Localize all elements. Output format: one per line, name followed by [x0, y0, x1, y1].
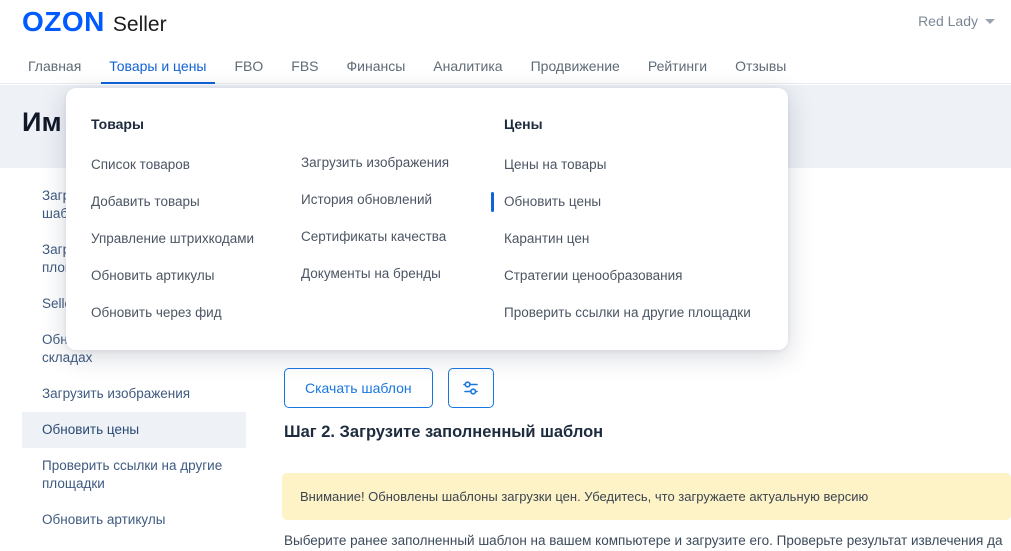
dropdown-item-0-3[interactable]: Обновить артикулы: [91, 257, 306, 294]
dropdown-heading-2: Цены: [504, 116, 543, 132]
nav-tab-2[interactable]: FBO: [225, 58, 274, 84]
dropdown-item-2-3[interactable]: Стратегии ценообразования: [504, 257, 784, 294]
dropdown-item-0-1[interactable]: Добавить товары: [91, 183, 306, 220]
brand-ozon-text: OZON: [22, 6, 105, 37]
dropdown-item-2-0[interactable]: Цены на товары: [504, 146, 784, 183]
nav-tab-0[interactable]: Главная: [18, 58, 91, 84]
brand-logo[interactable]: OZON Seller: [22, 8, 167, 36]
notice-banner: Внимание! Обновлены шаблоны загрузки цен…: [282, 473, 1011, 520]
sidebar-item-5[interactable]: Обновить цены: [22, 412, 246, 448]
action-button-row: Скачать шаблон: [284, 368, 494, 408]
dropdown-item-1-1[interactable]: История обновлений: [301, 181, 506, 218]
main-navigation: Главная Товары и цены FBO FBS Финансы Аналити…: [0, 46, 1011, 84]
brand-seller-text: Seller: [112, 13, 167, 36]
dropdown-item-1-0[interactable]: Загрузить изображения: [301, 144, 506, 181]
sidebar-item-4[interactable]: Загрузить изображения: [22, 376, 246, 412]
page-title: Им: [22, 107, 62, 137]
sidebar-item-7[interactable]: Обновить артикулы: [22, 502, 246, 538]
dropdown-column-products-extra: Загрузить изображения История обновлений С…: [301, 88, 506, 292]
sliders-icon: [462, 381, 478, 395]
dropdown-heading-0: Товары: [91, 116, 144, 132]
dropdown-item-2-2[interactable]: Карантин цен: [504, 220, 784, 257]
account-menu[interactable]: Red Lady: [918, 13, 995, 29]
top-bar: OZON Seller Red Lady: [0, 0, 1011, 46]
nav-tab-list: Главная Товары и цены FBO FBS Финансы Аналити…: [0, 46, 1011, 84]
nav-tab-7[interactable]: Рейтинги: [638, 58, 717, 84]
notice-text: Внимание! Обновлены шаблоны загрузки цен…: [300, 489, 869, 504]
nav-tab-8[interactable]: Отзывы: [725, 58, 796, 84]
account-name-label: Red Lady: [918, 13, 978, 29]
nav-tab-6[interactable]: Продвижение: [521, 58, 630, 84]
bottom-paragraph: Выберите ранее заполненный шаблон на ваш…: [284, 533, 1003, 548]
nav-tab-5[interactable]: Аналитика: [423, 58, 512, 84]
step-two-heading: Шаг 2. Загрузите заполненный шаблон: [284, 423, 604, 441]
dropdown-column-spacer: [301, 88, 506, 144]
dropdown-item-0-0[interactable]: Список товаров: [91, 146, 306, 183]
dropdown-item-2-4[interactable]: Проверить ссылки на другие площадки: [504, 294, 784, 331]
app-root: OZON Seller Red Lady Главная Товары и цен…: [0, 0, 1011, 551]
dropdown-item-0-2[interactable]: Управление штрихкодами: [91, 220, 306, 257]
dropdown-item-0-4[interactable]: Обновить через фид: [91, 294, 306, 331]
chevron-down-icon: [985, 18, 995, 24]
dropdown-item-1-3[interactable]: Документы на бренды: [301, 255, 506, 292]
sidebar-item-6[interactable]: Проверить ссылки на другие площадки: [22, 448, 246, 502]
products-and-prices-dropdown: Товары Список товаров Добавить товары Управ…: [66, 88, 788, 350]
download-template-button[interactable]: Скачать шаблон: [284, 368, 433, 408]
dropdown-column-prices: Цены Цены на товары Обновить цены Карантин …: [491, 88, 784, 331]
nav-tab-3[interactable]: FBS: [281, 58, 328, 84]
dropdown-column-products: Товары Список товаров Добавить товары Управ…: [91, 88, 306, 331]
nav-tab-4[interactable]: Финансы: [337, 58, 416, 84]
template-settings-button[interactable]: [447, 368, 494, 408]
nav-tab-1[interactable]: Товары и цены: [99, 58, 216, 84]
dropdown-item-1-2[interactable]: Сертификаты качества: [301, 218, 506, 255]
dropdown-item-2-1[interactable]: Обновить цены: [491, 183, 784, 220]
